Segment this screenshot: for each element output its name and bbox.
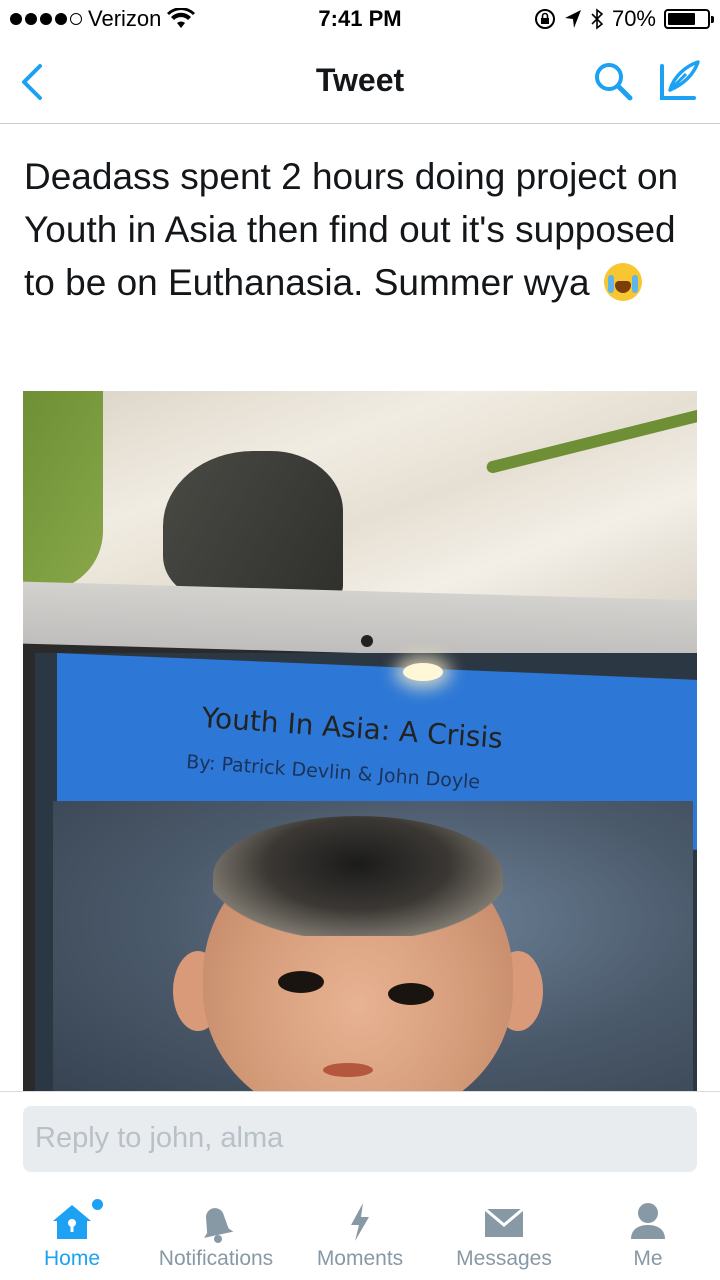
loudly-crying-face-emoji-icon (603, 263, 642, 301)
webcam-dot (361, 635, 373, 647)
search-icon (595, 63, 633, 101)
envelope-icon (484, 1207, 524, 1237)
blanket-photo-area (23, 391, 697, 606)
tab-moments[interactable]: Moments (288, 1183, 432, 1280)
compose-icon (660, 60, 700, 100)
tweet-image[interactable]: Youth In Asia: A Crisis By: Patrick Devl… (23, 391, 697, 1091)
battery-percent: 70% (611, 6, 656, 31)
battery-level (668, 13, 695, 25)
new-content-dot (92, 1199, 103, 1210)
tweet-text: Deadass spent 2 hours doing project on Y… (24, 150, 696, 309)
status-right: 70% (534, 6, 714, 32)
reply-area: Reply to john, alma (0, 1091, 720, 1183)
compose-button[interactable] (656, 58, 702, 104)
tab-notifications[interactable]: Notifications (144, 1183, 288, 1280)
tab-label: Messages (456, 1247, 552, 1270)
baby-mouth (323, 1063, 373, 1077)
search-button[interactable] (590, 58, 636, 104)
home-icon (53, 1205, 91, 1239)
battery-icon (664, 9, 714, 29)
person-icon (631, 1203, 665, 1239)
baby-hair (213, 816, 503, 936)
tab-label: Me (633, 1247, 663, 1270)
tab-me[interactable]: Me (576, 1183, 720, 1280)
reply-input[interactable]: Reply to john, alma (23, 1106, 697, 1172)
bell-icon (204, 1208, 234, 1243)
baby-eye-right (388, 983, 434, 1005)
baby-eye-left (278, 971, 324, 993)
bluetooth-icon (591, 8, 604, 30)
screen-glare (403, 663, 443, 681)
tab-messages[interactable]: Messages (432, 1183, 576, 1280)
tab-bar: Home Notifications Moments Messages Me (0, 1183, 720, 1280)
lightning-icon (351, 1203, 369, 1241)
tab-label: Moments (316, 1247, 404, 1270)
tab-home[interactable]: Home (0, 1183, 144, 1280)
tweet-body: Deadass spent 2 hours doing project on Y… (24, 156, 679, 303)
orientation-lock-icon (534, 9, 555, 29)
blanket-dark-fold (163, 451, 343, 601)
status-bar: Verizon 7:41 PM 70% (0, 0, 720, 40)
blanket-green-patch (23, 391, 103, 591)
tab-label: Notifications (158, 1247, 274, 1270)
tab-label: Home (43, 1247, 101, 1270)
nav-bar: Tweet (0, 40, 720, 124)
location-arrow-icon (564, 10, 581, 28)
